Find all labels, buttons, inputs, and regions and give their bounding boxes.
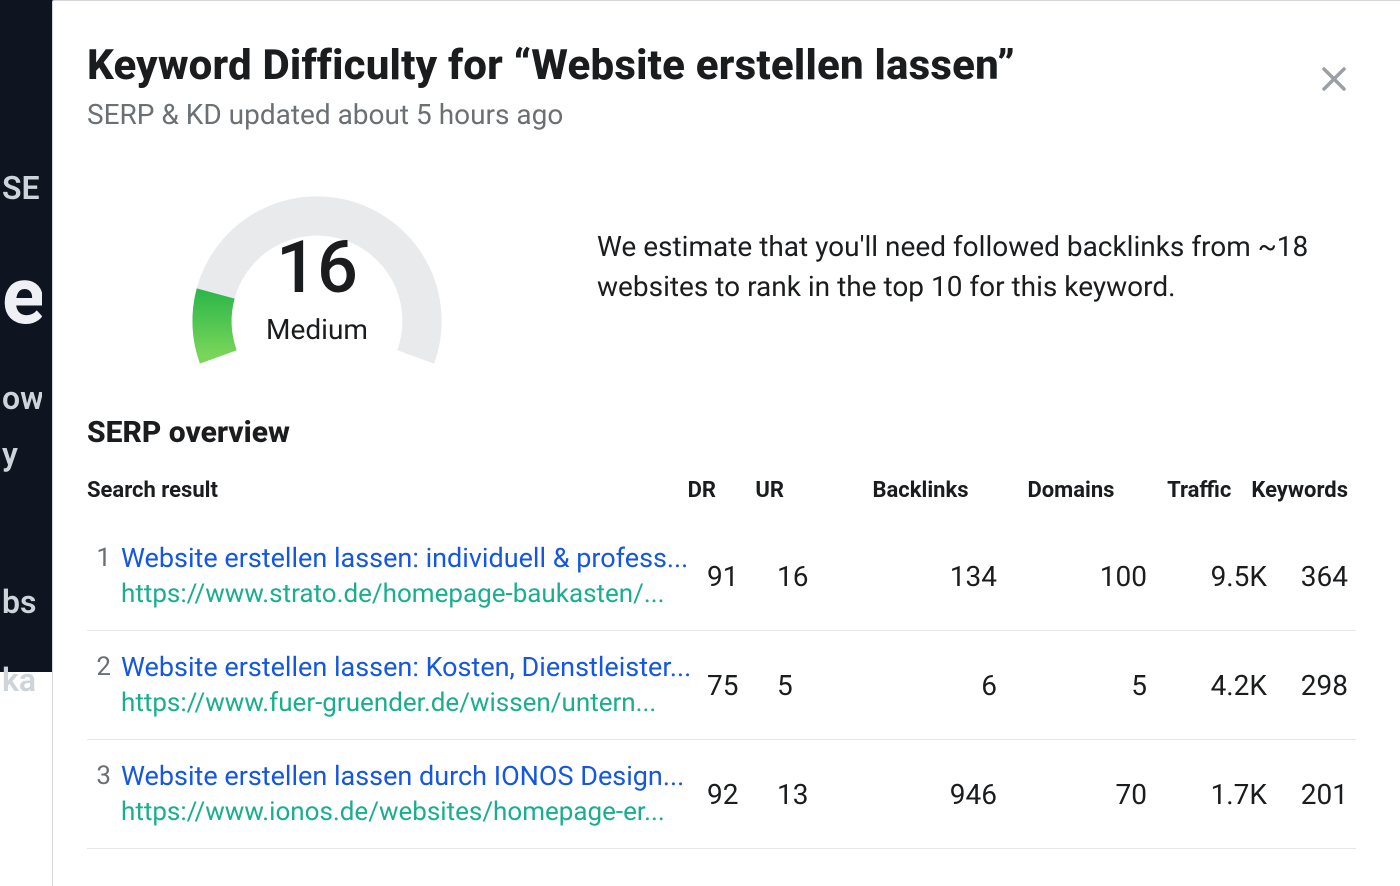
- serp-overview-heading: SERP overview: [87, 415, 1356, 450]
- serp-ur: 16: [777, 560, 847, 593]
- keyword-difficulty-modal: Keyword Difficulty for “Website erstelle…: [52, 0, 1400, 886]
- serp-result-cell: 2 Website erstellen lassen: Kosten, Diens…: [87, 649, 707, 721]
- close-button[interactable]: [1312, 57, 1356, 101]
- serp-dr: 92: [707, 778, 777, 811]
- serp-domains: 100: [1017, 560, 1167, 593]
- serp-result-url-link[interactable]: https://www.ionos.de/websites/homepage-e…: [121, 794, 707, 830]
- background-sidebar-hints: SE e ow y bs ka: [0, 160, 42, 708]
- serp-traffic: 4.2K: [1167, 669, 1287, 702]
- serp-dr: 91: [707, 560, 777, 593]
- col-header-dr: DR: [688, 478, 756, 503]
- serp-backlinks: 134: [847, 560, 1017, 593]
- serp-rank: 1: [87, 540, 111, 612]
- serp-keywords: 201: [1287, 778, 1356, 811]
- serp-table: Search result DR UR Backlinks Domains Tr…: [87, 468, 1356, 849]
- serp-ur: 5: [777, 669, 847, 702]
- col-header-ur: UR: [755, 478, 823, 503]
- col-header-domains: Domains: [989, 478, 1135, 503]
- serp-result-url-link[interactable]: https://www.strato.de/homepage-baukasten…: [121, 576, 707, 612]
- serp-keywords: 298: [1287, 669, 1356, 702]
- serp-result-cell: 3 Website erstellen lassen durch IONOS De…: [87, 758, 707, 830]
- serp-dr: 75: [707, 669, 777, 702]
- serp-row: 3 Website erstellen lassen durch IONOS De…: [87, 740, 1356, 849]
- serp-backlinks: 946: [847, 778, 1017, 811]
- col-header-search: Search result: [87, 478, 688, 503]
- serp-traffic: 1.7K: [1167, 778, 1287, 811]
- serp-domains: 5: [1017, 669, 1167, 702]
- col-header-keywords: Keywords: [1251, 478, 1356, 503]
- serp-table-header: Search result DR UR Backlinks Domains Tr…: [87, 468, 1356, 522]
- kd-summary-row: 16 Medium We estimate that you'll need f…: [87, 167, 1356, 367]
- serp-result-title-link[interactable]: Website erstellen lassen: Kosten, Dienst…: [121, 649, 707, 685]
- serp-domains: 70: [1017, 778, 1167, 811]
- serp-result-title-link[interactable]: Website erstellen lassen: individuell & …: [121, 540, 707, 576]
- kd-gauge: 16 Medium: [87, 167, 547, 367]
- modal-subtitle: SERP & KD updated about 5 hours ago: [87, 98, 1356, 131]
- serp-row: 2 Website erstellen lassen: Kosten, Diens…: [87, 631, 1356, 740]
- kd-score-label: Medium: [177, 313, 457, 346]
- serp-keywords: 364: [1287, 560, 1356, 593]
- kd-estimate-text: We estimate that you'll need followed ba…: [597, 227, 1356, 307]
- close-icon: [1319, 64, 1349, 94]
- serp-traffic: 9.5K: [1167, 560, 1287, 593]
- serp-result-url-link[interactable]: https://www.fuer-gruender.de/wissen/unte…: [121, 685, 707, 721]
- serp-ur: 13: [777, 778, 847, 811]
- serp-result-title-link[interactable]: Website erstellen lassen durch IONOS Des…: [121, 758, 707, 794]
- serp-rank: 3: [87, 758, 111, 830]
- col-header-backlinks: Backlinks: [823, 478, 988, 503]
- serp-row: 1 Website erstellen lassen: individuell &…: [87, 522, 1356, 631]
- serp-rank: 2: [87, 649, 111, 721]
- modal-title: Keyword Difficulty for “Website erstelle…: [87, 41, 1356, 90]
- kd-score-value: 16: [177, 225, 457, 310]
- col-header-traffic: Traffic: [1134, 478, 1251, 503]
- serp-result-cell: 1 Website erstellen lassen: individuell &…: [87, 540, 707, 612]
- serp-backlinks: 6: [847, 669, 1017, 702]
